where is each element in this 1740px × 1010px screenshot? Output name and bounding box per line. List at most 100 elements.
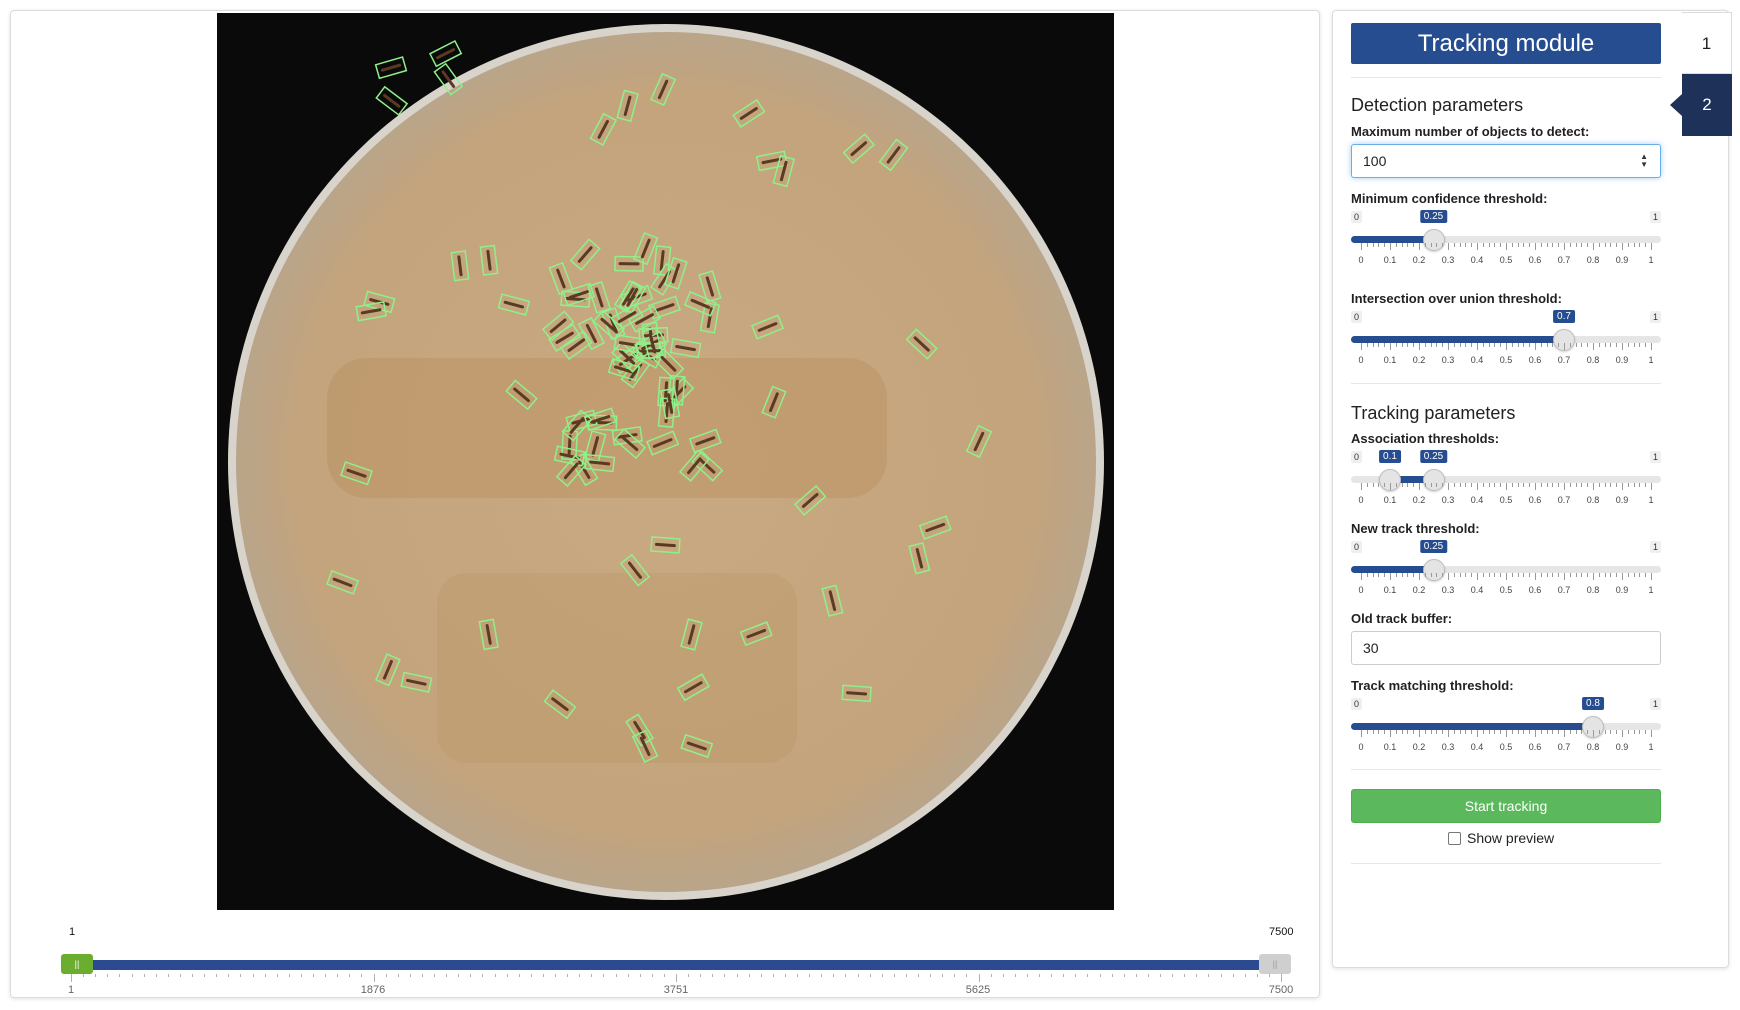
frame-slider-track[interactable]: [71, 960, 1281, 970]
slider-tick: [1587, 730, 1589, 734]
frame-slider-tick: [494, 974, 496, 977]
max-objects-input[interactable]: 100 ▲ ▼: [1351, 144, 1661, 178]
slider-tick: [1506, 243, 1507, 250]
slider-tick: [1390, 343, 1391, 350]
slider-tick: [1604, 243, 1606, 247]
frame-slider-tick: [990, 974, 992, 977]
old-buffer-input[interactable]: 30: [1351, 631, 1661, 665]
frame-slider-tick: [603, 974, 605, 977]
slider-tick-label: 0.5: [1499, 585, 1513, 595]
slider-tick: [1366, 343, 1368, 347]
frame-slider-tick: [337, 974, 339, 977]
matching-slider[interactable]: 0 1 0.8 0 0.1 0.2 0.3 0.4 0.5 0.6 0.7 0.8 0.9 1: [1351, 697, 1661, 760]
frame-slider-tick: [797, 974, 798, 977]
tab-2[interactable]: 2: [1682, 74, 1732, 136]
new-track-slider[interactable]: 0 1 0.25 0 0.1 0.2 0.3 0.4 0.5 0.6 0.7 0.8 0.9 1: [1351, 540, 1661, 603]
frame-slider-tick: [1026, 974, 1028, 977]
slider-tick: [1407, 573, 1409, 577]
slider-tick: [1488, 343, 1490, 347]
slider-tick: [1552, 243, 1554, 247]
slider-tick-label: 0.1: [1383, 355, 1397, 365]
slider-tick: [1390, 483, 1391, 490]
slider-tick: [1575, 573, 1577, 577]
iou-slider[interactable]: 0 1 0.7 0 0.1 0.2 0.3 0.4 0.5 0.6 0.7 0.8 0.9 1: [1351, 310, 1661, 373]
slider-tick-labels: 0 0.1 0.2 0.3 0.4 0.5 0.6 0.7 0.8 0.9 1: [1351, 355, 1661, 367]
show-preview-row[interactable]: Show preview: [1448, 829, 1554, 847]
frame-slider-tick: [228, 974, 230, 977]
slider-tick: [1564, 573, 1565, 580]
slider-tick: [1477, 243, 1478, 250]
slider-tick: [1390, 573, 1391, 580]
divider: [1351, 769, 1661, 770]
tab-1[interactable]: 1: [1682, 12, 1732, 74]
slider-tick: [1384, 243, 1386, 247]
slider-tick-label: 1: [1648, 742, 1654, 752]
slider-tick: [1575, 483, 1577, 487]
show-preview-label[interactable]: Show preview: [1467, 830, 1554, 846]
slider-tick: [1471, 483, 1473, 487]
slider-tick: [1564, 730, 1565, 737]
slider-tick: [1395, 730, 1397, 734]
slider-tick: [1558, 730, 1560, 734]
frame-range-slider[interactable]: 1 7500 || || 1 1876 3751 5625 7500: [61, 926, 1294, 996]
frame-end-handle[interactable]: ||: [1259, 954, 1291, 974]
association-slider[interactable]: 0 1 0.1 0.25 0 0.1 0.2 0.3 0.4 0.5 0.6 0.7 0.8 0.9 1: [1351, 450, 1661, 513]
slider-tick: [1378, 343, 1380, 347]
slider-tick: [1366, 483, 1368, 487]
slider-tick: [1598, 573, 1600, 577]
spinner-icon[interactable]: ▲ ▼: [1640, 153, 1648, 169]
slider-tick: [1424, 730, 1426, 734]
slider-tick: [1627, 483, 1629, 487]
slider-tick: [1616, 243, 1618, 247]
slider-tick: [1506, 730, 1507, 737]
slider-tick: [1558, 573, 1560, 577]
slider-tick: [1488, 730, 1490, 734]
frame-start-handle[interactable]: ||: [61, 954, 93, 974]
frame-slider-tick: [107, 974, 109, 977]
frame-slider-tick: [373, 974, 375, 982]
slider-tick-label: 0.7: [1557, 355, 1571, 365]
frame-slider-tick: [204, 974, 206, 977]
frame-slider-tick: [579, 974, 581, 977]
slider-tick: [1569, 573, 1571, 577]
slider-tick: [1523, 243, 1525, 247]
frame-max-value: 7500: [1269, 926, 1294, 938]
slider-tick: [1622, 243, 1623, 250]
start-tracking-button[interactable]: Start tracking: [1351, 789, 1661, 823]
frame-slider-tick: [639, 974, 641, 977]
slider-tick: [1558, 243, 1560, 247]
slider-ticks: [1351, 730, 1661, 738]
slider-tick-label: 0.7: [1557, 495, 1571, 505]
frame-slider-tick: [1208, 974, 1210, 977]
frame-slider-tick: [760, 974, 762, 977]
slider-tick: [1459, 573, 1461, 577]
frame-slider-tick: [409, 974, 411, 977]
slider-tick: [1430, 243, 1432, 247]
slider-tick-label: 0.3: [1441, 255, 1455, 265]
slider-tick-label: 1: [1648, 355, 1654, 365]
video-frame: [217, 13, 1114, 910]
frame-slider-tick: [1099, 974, 1101, 977]
petri-dish-image: [228, 24, 1104, 900]
slider-tick: [1639, 730, 1641, 734]
frame-slider-tick: [978, 974, 980, 982]
slider-tick: [1639, 483, 1641, 487]
slider-tick: [1372, 573, 1374, 577]
slider-tick: [1633, 343, 1635, 347]
slider-tick: [1436, 730, 1438, 734]
frame-tick-label: 3751: [663, 984, 689, 996]
frame-slider-tick: [736, 974, 738, 977]
confidence-slider[interactable]: 0 1 0.25 0 0.1 0.2 0.3 0.4 0.5 0.6 0.7 0.8 0.9 1: [1351, 210, 1661, 273]
slider-tick: [1523, 730, 1525, 734]
frame-slider-tick: [421, 974, 423, 977]
slider-tick: [1622, 573, 1623, 580]
slider-tick: [1378, 573, 1380, 577]
slider-tick: [1610, 730, 1612, 734]
slider-min-label: 0: [1351, 451, 1363, 463]
slider-tick: [1546, 343, 1548, 347]
slider-tick: [1569, 343, 1571, 347]
slider-tick: [1384, 483, 1386, 487]
slider-tick-label: 0.4: [1470, 585, 1484, 595]
show-preview-checkbox[interactable]: [1448, 831, 1461, 845]
slider-tick-label: 0.8: [1586, 742, 1600, 752]
